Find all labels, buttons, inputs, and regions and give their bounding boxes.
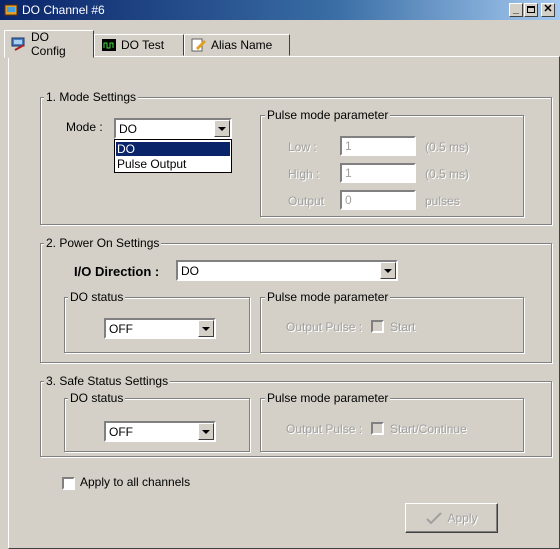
config-icon — [11, 37, 25, 51]
close-icon: ✕ — [543, 3, 553, 15]
mode-dropdown-list: DO Pulse Output — [114, 139, 232, 173]
high-unit: (0.5 ms) — [425, 167, 470, 181]
apply-all-label: Apply to all channels — [80, 475, 191, 489]
power-on-settings-label: 2. Power On Settings — [44, 236, 162, 250]
maximize-button[interactable] — [524, 3, 538, 17]
output-pulse-label: Output Pulse : — [286, 422, 363, 436]
tab-label: DO Config — [31, 30, 66, 58]
tab-alias-name[interactable]: Alias Name — [184, 34, 290, 56]
app-icon — [4, 4, 18, 16]
pencil-icon — [191, 38, 207, 52]
safe-do-status-select[interactable]: OFF — [104, 421, 216, 442]
minimize-button[interactable]: _ — [509, 3, 523, 17]
io-direction-value: DO — [181, 264, 199, 278]
chevron-down-icon[interactable] — [198, 423, 214, 440]
pulse-param-label: Pulse mode parameter — [265, 108, 391, 122]
output-unit: pulses — [425, 194, 460, 208]
start-label: Start — [390, 320, 416, 334]
maximize-icon — [527, 6, 535, 13]
mode-value: DO — [119, 122, 137, 136]
mode-label: Mode : — [66, 120, 103, 134]
io-direction-label: I/O Direction : — [74, 264, 160, 279]
output-value: 0 — [345, 193, 352, 207]
io-direction-select[interactable]: DO — [176, 260, 398, 281]
minimize-icon: _ — [512, 3, 520, 15]
output-input[interactable]: 0 — [340, 190, 416, 210]
output-pulse-label: Output Pulse : — [286, 320, 363, 334]
safe-status-settings-label: 3. Safe Status Settings — [44, 374, 171, 388]
output-label: Output — [288, 194, 325, 208]
apply-button[interactable]: Apply — [405, 503, 498, 533]
mode-select[interactable]: DO — [114, 118, 232, 139]
test-icon — [102, 39, 116, 51]
high-value: 1 — [345, 166, 352, 180]
checkmark-icon — [426, 512, 443, 525]
mode-settings-label: 1. Mode Settings — [44, 90, 139, 104]
tab-label: Alias Name — [211, 38, 273, 52]
do-status-label: DO status — [68, 290, 126, 304]
apply-all-checkbox[interactable] — [62, 477, 75, 490]
title-bar[interactable]: DO Channel #6 _ ✕ — [0, 0, 560, 20]
do-status-value: OFF — [109, 322, 133, 336]
low-unit: (0.5 ms) — [425, 140, 470, 154]
start-continue-label: Start/Continue — [390, 422, 467, 436]
tab-do-config[interactable]: DO Config — [4, 30, 94, 58]
do-status-label: DO status — [68, 391, 126, 405]
start-checkbox[interactable] — [371, 320, 384, 333]
chevron-down-icon[interactable] — [380, 262, 396, 279]
dropdown-option-do[interactable]: DO — [116, 142, 230, 156]
dropdown-option-pulse-output[interactable]: Pulse Output — [117, 157, 186, 171]
power-do-status-select[interactable]: OFF — [104, 318, 216, 339]
tab-label: DO Test — [121, 38, 165, 52]
high-label: High : — [288, 167, 320, 181]
do-status-value: OFF — [109, 425, 133, 439]
low-input[interactable]: 1 — [340, 136, 416, 156]
apply-button-label: Apply — [447, 511, 478, 525]
tab-do-test[interactable]: DO Test — [94, 34, 184, 56]
low-label: Low : — [288, 140, 317, 154]
low-value: 1 — [345, 139, 352, 153]
pulse-param-label: Pulse mode parameter — [265, 290, 391, 304]
window-title: DO Channel #6 — [22, 3, 105, 17]
pulse-param-label: Pulse mode parameter — [265, 391, 391, 405]
close-button[interactable]: ✕ — [541, 3, 555, 17]
start-continue-checkbox[interactable] — [371, 422, 384, 435]
chevron-down-icon[interactable] — [198, 320, 214, 337]
high-input[interactable]: 1 — [340, 163, 416, 183]
chevron-down-icon[interactable] — [214, 120, 230, 137]
